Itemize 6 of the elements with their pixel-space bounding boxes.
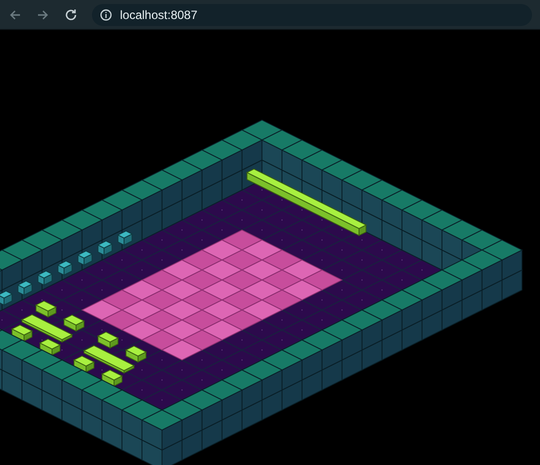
address-bar[interactable]: localhost:8087 xyxy=(92,4,532,26)
forward-arrow-icon[interactable] xyxy=(36,8,50,22)
back-arrow-icon[interactable] xyxy=(8,8,22,22)
url-text: localhost:8087 xyxy=(120,8,198,22)
reload-icon[interactable] xyxy=(64,8,78,22)
info-icon[interactable] xyxy=(100,8,112,20)
